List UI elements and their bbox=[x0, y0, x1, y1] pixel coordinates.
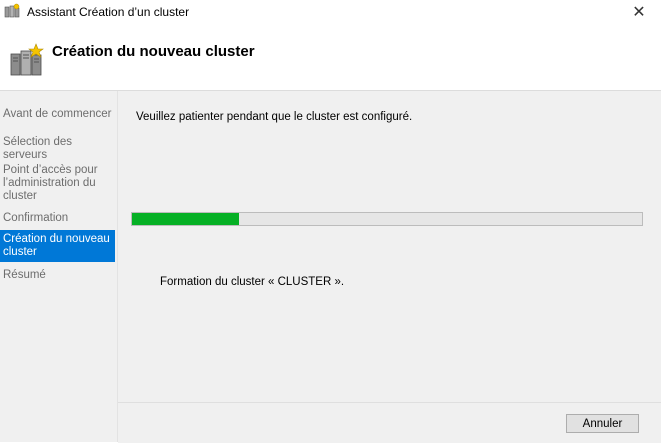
cancel-button[interactable]: Annuler bbox=[566, 414, 639, 433]
step-label: Point d’accès pour l’administration du c… bbox=[3, 164, 98, 202]
wizard-footer: Annuler bbox=[118, 402, 661, 443]
step-label: Avant de commencer bbox=[3, 108, 112, 120]
step-label: Création du nouveau cluster bbox=[3, 233, 110, 258]
status-text: Formation du cluster « CLUSTER ». bbox=[160, 276, 345, 288]
step-label: Confirmation bbox=[3, 212, 69, 224]
wizard-steps: Avant de commencer Sélection des serveur… bbox=[0, 91, 118, 442]
page-title: Création du nouveau cluster bbox=[52, 43, 255, 60]
step-label: Résumé bbox=[3, 269, 46, 281]
window-title: Assistant Création d’un cluster bbox=[27, 5, 190, 19]
cluster-servers-icon bbox=[8, 42, 44, 78]
progress-bar bbox=[131, 212, 643, 226]
close-icon[interactable]: ✕ bbox=[617, 0, 661, 24]
step-avant-de-commencer[interactable]: Avant de commencer bbox=[0, 108, 115, 121]
progress-fill bbox=[132, 213, 240, 225]
wizard-header: Création du nouveau cluster bbox=[0, 24, 661, 91]
step-selection-serveurs[interactable]: Sélection des serveurs bbox=[0, 136, 115, 162]
step-resume[interactable]: Résumé bbox=[0, 269, 115, 282]
step-point-acces[interactable]: Point d’accès pour l’administration du c… bbox=[0, 164, 115, 203]
title-bar: Assistant Création d’un cluster ✕ bbox=[0, 0, 661, 24]
wait-message: Veuillez patienter pendant que le cluste… bbox=[136, 111, 413, 123]
cluster-app-icon bbox=[4, 3, 20, 19]
step-label: Sélection des serveurs bbox=[3, 136, 73, 161]
wizard-content: Veuillez patienter pendant que le cluste… bbox=[118, 91, 661, 402]
step-confirmation[interactable]: Confirmation bbox=[0, 212, 115, 225]
step-creation-cluster[interactable]: Création du nouveau cluster bbox=[0, 230, 115, 262]
